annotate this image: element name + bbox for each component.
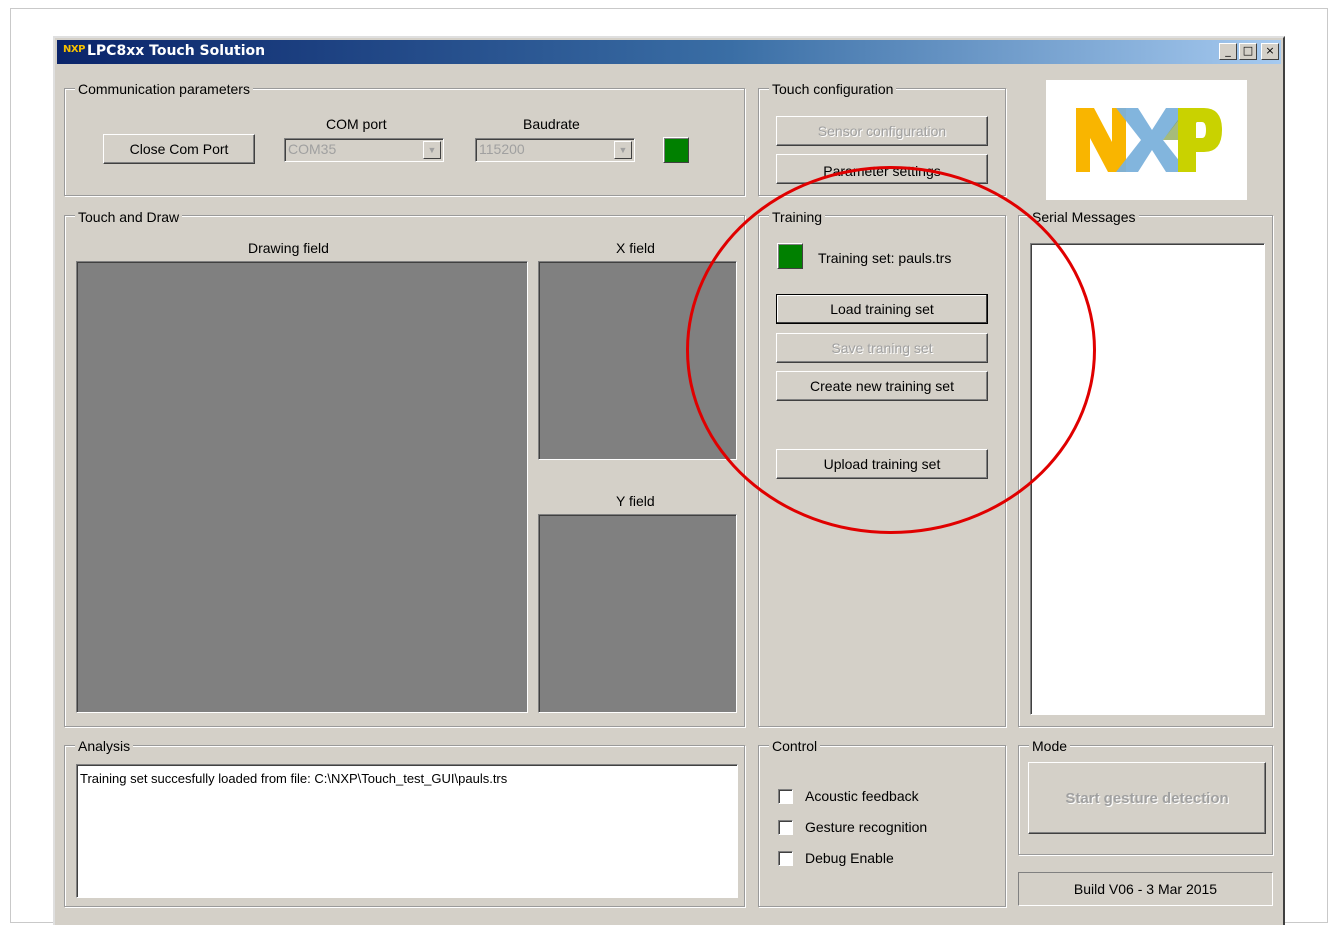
gesture-recognition-label: Gesture recognition	[805, 819, 928, 835]
control-label: Control	[769, 738, 821, 754]
chevron-down-icon[interactable]: ▼	[614, 141, 632, 159]
analysis-textbox[interactable]: Training set succesfully loaded from fil…	[76, 764, 738, 898]
checkbox-box[interactable]	[778, 788, 793, 804]
serial-messages-textbox[interactable]	[1030, 243, 1265, 715]
minimize-button[interactable]: _	[1219, 43, 1237, 60]
sensor-configuration-button[interactable]: Sensor configuration	[776, 116, 988, 146]
drawing-field-label: Drawing field	[248, 240, 329, 256]
y-field	[538, 514, 737, 713]
nxp-logo-icon	[1076, 108, 1222, 172]
acoustic-feedback-label: Acoustic feedback	[805, 788, 919, 804]
x-field-label: X field	[616, 240, 655, 256]
training-label: Training	[769, 209, 826, 225]
load-training-set-button[interactable]: Load training set	[776, 294, 988, 324]
save-training-set-button[interactable]: Save traning set	[776, 333, 988, 363]
create-new-training-set-button[interactable]: Create new training set	[776, 371, 988, 401]
serial-messages-label: Serial Messages	[1029, 209, 1139, 225]
parameter-settings-button[interactable]: Parameter settings	[776, 154, 988, 184]
debug-enable-label: Debug Enable	[805, 850, 894, 866]
touch-configuration-label: Touch configuration	[769, 81, 897, 97]
title-logo-icon: NXP	[63, 44, 85, 55]
build-info: Build V06 - 3 Mar 2015	[1018, 872, 1273, 906]
training-set-status: Training set: pauls.trs	[818, 250, 952, 266]
baudrate-value: 115200	[479, 141, 525, 157]
maximize-button[interactable]: □	[1239, 43, 1257, 60]
drawing-field[interactable]	[76, 261, 528, 713]
close-window-button[interactable]: ×	[1261, 43, 1279, 60]
title-bar: NXP LPC8xx Touch Solution _ □ ×	[57, 40, 1281, 64]
com-port-select[interactable]: COM35 ▼	[284, 138, 444, 162]
debug-enable-checkbox[interactable]: Debug Enable	[778, 850, 894, 866]
checkbox-box[interactable]	[778, 819, 793, 835]
mode-label: Mode	[1029, 738, 1071, 754]
com-port-label: COM port	[326, 116, 387, 132]
y-field-label: Y field	[616, 493, 655, 509]
communication-parameters-label: Communication parameters	[75, 81, 253, 97]
touch-and-draw-label: Touch and Draw	[75, 209, 183, 225]
window-title: LPC8xx Touch Solution	[87, 43, 266, 59]
baudrate-select[interactable]: 115200 ▼	[475, 138, 635, 162]
acoustic-feedback-checkbox[interactable]: Acoustic feedback	[778, 788, 919, 804]
checkbox-box[interactable]	[778, 850, 793, 866]
build-version: Build V06 - 3 Mar 2015	[1073, 881, 1218, 897]
connection-status-indicator	[663, 137, 689, 163]
upload-training-set-button[interactable]: Upload training set	[776, 449, 988, 479]
training-status-indicator	[777, 243, 803, 269]
analysis-message: Training set succesfully loaded from fil…	[80, 771, 508, 786]
nxp-logo	[1046, 80, 1247, 200]
analysis-label: Analysis	[75, 738, 134, 754]
close-com-port-button[interactable]: Close Com Port	[103, 134, 255, 164]
start-gesture-detection-button[interactable]: Start gesture detection	[1028, 762, 1266, 834]
x-field	[538, 261, 737, 460]
baudrate-label: Baudrate	[523, 116, 580, 132]
chevron-down-icon[interactable]: ▼	[423, 141, 441, 159]
com-port-value: COM35	[288, 141, 337, 157]
gesture-recognition-checkbox[interactable]: Gesture recognition	[778, 819, 927, 835]
